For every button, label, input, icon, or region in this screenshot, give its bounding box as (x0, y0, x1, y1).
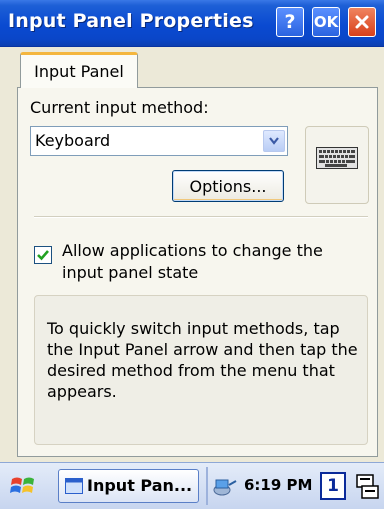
taskbar: Input Pan... 6:19 PM 1 (0, 462, 384, 509)
keyboard-icon (316, 147, 358, 169)
divider (34, 216, 368, 218)
window-title: Input Panel Properties (8, 10, 254, 32)
input-indicator[interactable]: 1 (320, 472, 346, 500)
chevron-down-icon (269, 137, 279, 145)
dropdown-button[interactable] (263, 130, 285, 152)
network-icon[interactable] (212, 476, 238, 498)
title-bar: Input Panel Properties ? OK (0, 0, 384, 47)
close-button[interactable] (348, 7, 376, 37)
info-text: To quickly switch input methods, tap the… (47, 319, 358, 401)
clock[interactable]: 6:19 PM (244, 476, 312, 494)
info-box: To quickly switch input methods, tap the… (34, 295, 368, 445)
input-method-select[interactable]: Keyboard (30, 126, 288, 156)
taskbar-item-input-panel[interactable]: Input Pan... (58, 469, 199, 503)
window-icon (65, 478, 83, 494)
help-button[interactable]: ? (276, 7, 304, 37)
taskbar-item-label: Input Pan... (87, 476, 193, 495)
input-method-label: Current input method: (30, 98, 209, 117)
tray-separator (206, 467, 208, 505)
allow-change-label[interactable]: Allow applications to change the input p… (62, 240, 362, 284)
allow-change-checkbox[interactable] (34, 246, 52, 264)
checkmark-icon (37, 250, 49, 261)
input-method-value: Keyboard (35, 131, 111, 150)
options-button[interactable]: Options... (172, 170, 284, 202)
tab-input-panel[interactable]: Input Panel (20, 52, 138, 88)
close-icon (355, 15, 369, 29)
input-panel-icon[interactable] (354, 473, 380, 501)
start-icon[interactable] (10, 474, 36, 498)
ok-button[interactable]: OK (312, 7, 340, 37)
keyboard-preview (305, 126, 369, 204)
